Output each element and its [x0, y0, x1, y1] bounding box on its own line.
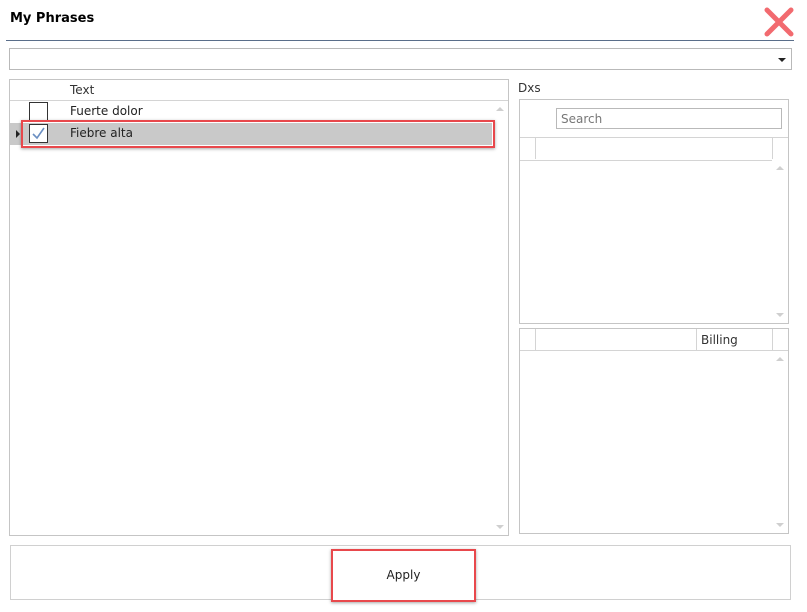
scroll-down-icon[interactable]: [494, 522, 506, 532]
header-divider: [6, 40, 794, 41]
scroll-down-icon[interactable]: [774, 520, 786, 530]
text-column-header[interactable]: Text: [66, 80, 493, 101]
apply-button[interactable]: Apply: [331, 549, 476, 602]
column-divider: [535, 138, 536, 159]
scroll-up-icon[interactable]: [774, 354, 786, 364]
close-icon: [764, 7, 794, 37]
phrases-grid: Text Fuerte dolor Fiebre alta: [9, 79, 509, 536]
dxs-grid-header: [520, 137, 788, 161]
phrase-text: Fuerte dolor: [70, 104, 143, 118]
phrases-scrollbar[interactable]: [492, 101, 508, 535]
table-row-selected[interactable]: Fiebre alta: [10, 123, 492, 145]
search-placeholder: Search: [561, 112, 603, 126]
column-divider: [772, 138, 773, 159]
billing-column-header[interactable]: Billing: [701, 333, 738, 347]
close-button[interactable]: [763, 6, 795, 38]
window-title: My Phrases: [10, 11, 95, 26]
grid-scroll-header: [492, 80, 508, 101]
grid-corner-header: [10, 80, 27, 101]
apply-button-label: Apply: [386, 568, 421, 582]
phrase-text: Fiebre alta: [70, 126, 133, 140]
scroll-up-icon[interactable]: [494, 104, 506, 114]
select-column-header[interactable]: [26, 80, 67, 101]
phrase-group-dropdown[interactable]: [9, 48, 792, 70]
dxs-search-input[interactable]: Search: [556, 108, 782, 129]
row-pointer-icon: [16, 130, 20, 138]
dxs-panel: Search: [519, 99, 789, 324]
row-checkbox[interactable]: [29, 102, 48, 121]
dxs-label: Dxs: [518, 81, 541, 95]
column-divider: [535, 329, 536, 350]
column-divider: [772, 329, 773, 350]
chevron-down-icon: [778, 58, 786, 62]
billing-grid-header: Billing: [520, 329, 788, 351]
dxs-scrollbar[interactable]: [772, 160, 788, 323]
text-column-label: Text: [70, 83, 95, 97]
billing-panel: Billing: [519, 328, 789, 534]
table-row[interactable]: Fuerte dolor: [10, 101, 492, 123]
row-checkbox-checked[interactable]: [29, 124, 48, 143]
checkmark-icon: [32, 127, 45, 140]
row-indicator: [10, 123, 26, 145]
scroll-up-icon[interactable]: [774, 163, 786, 173]
row-indicator: [10, 101, 26, 123]
column-divider: [696, 329, 697, 350]
scroll-down-icon[interactable]: [774, 310, 786, 320]
billing-scrollbar[interactable]: [772, 351, 788, 533]
